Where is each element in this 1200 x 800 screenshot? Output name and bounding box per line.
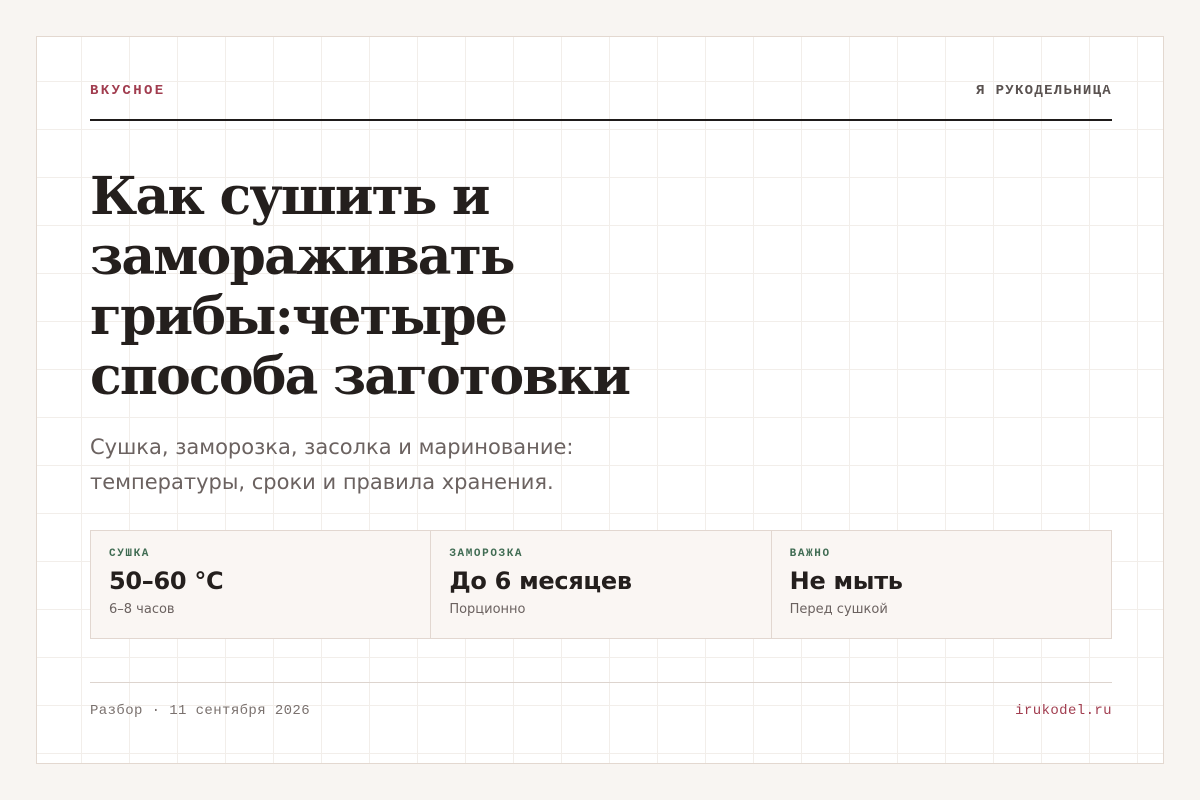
article-subtitle: Сушка, заморозка, засолка и маринование:… — [90, 435, 574, 494]
fact-value: Не мыть — [789, 567, 903, 595]
fact-label: ВАЖНО — [789, 548, 831, 560]
facts-panel: СУШКА 50–60 °C 6–8 часов ЗАМОРОЗКА До 6 … — [90, 530, 1112, 639]
fact-drying: СУШКА 50–60 °C 6–8 часов — [91, 531, 432, 638]
fact-value: До 6 месяцев — [449, 567, 632, 595]
section-label[interactable]: ВКУСНОЕ — [90, 83, 166, 99]
card-header: ВКУСНОЕ Я РУКОДЕЛЬНИЦА — [90, 83, 1112, 121]
article-meta: Разбор · 11 сентября 2026 — [90, 703, 311, 719]
card-content: ВКУСНОЕ Я РУКОДЕЛЬНИЦА Как сушить и замо… — [90, 37, 1112, 763]
article-card: ВКУСНОЕ Я РУКОДЕЛЬНИЦА Как сушить и замо… — [36, 36, 1164, 764]
fact-freezing: ЗАМОРОЗКА До 6 месяцев Порционно — [431, 531, 772, 638]
article-title: Как сушить и замораживать грибы:четыре с… — [90, 166, 631, 407]
fact-label: ЗАМОРОЗКА — [449, 548, 524, 560]
fact-note: Порционно — [449, 602, 526, 617]
fact-note: Перед сушкой — [789, 602, 888, 617]
fact-important: ВАЖНО Не мыть Перед сушкой — [772, 531, 1111, 638]
fact-note: 6–8 часов — [109, 602, 175, 617]
fact-label: СУШКА — [109, 548, 151, 560]
card-footer: Разбор · 11 сентября 2026 irukodel.ru — [90, 682, 1112, 722]
site-name: Я РУКОДЕЛЬНИЦА — [976, 83, 1112, 99]
site-domain-link[interactable]: irukodel.ru — [1015, 703, 1112, 719]
fact-value: 50–60 °C — [109, 567, 224, 595]
